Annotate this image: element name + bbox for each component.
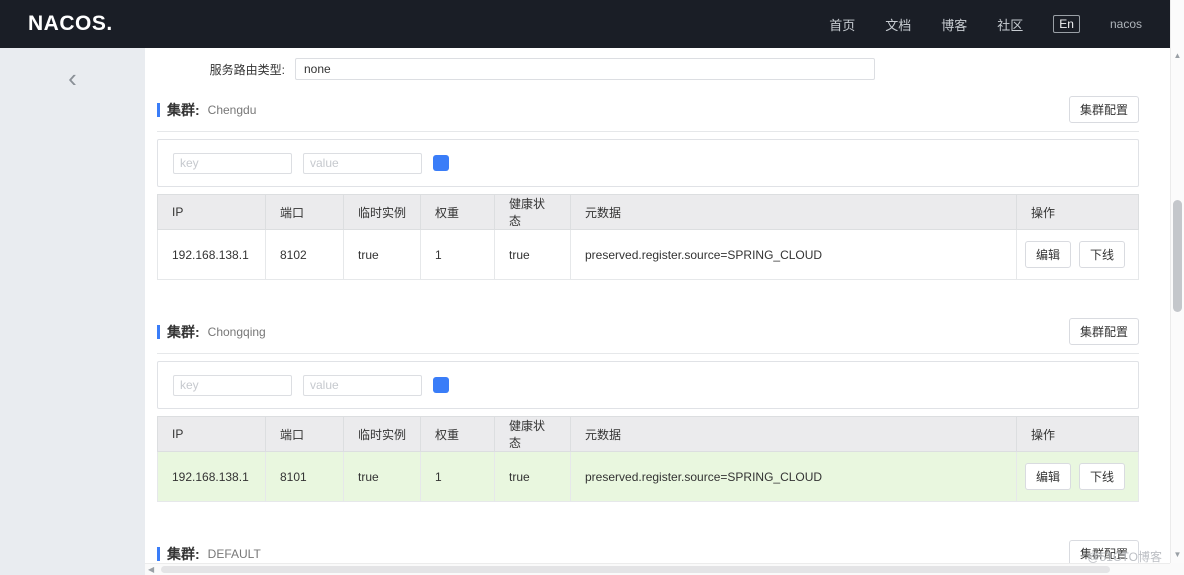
filter-key-input[interactable] — [173, 374, 292, 396]
horizontal-scrollbar-thumb[interactable] — [161, 566, 1110, 573]
col-weight: 权重 — [420, 416, 495, 452]
nacos-logo[interactable]: NACOS. — [28, 12, 113, 36]
cell-healthy: true — [494, 451, 571, 502]
cluster-header: 集群: Chongqing 集群配置 — [157, 318, 1139, 354]
cell-actions: 编辑 下线 — [1016, 451, 1139, 502]
cluster-title: 集群: Chongqing — [157, 322, 266, 342]
instance-table: IP 端口 临时实例 权重 健康状态 元数据 操作 192.168.138.1 … — [157, 194, 1139, 280]
col-ip: IP — [157, 194, 266, 230]
cell-metadata: preserved.register.source=SPRING_CLOUD — [570, 451, 1017, 502]
cell-port: 8101 — [265, 451, 344, 502]
col-ephemeral: 临时实例 — [343, 194, 421, 230]
route-type-input[interactable] — [295, 58, 875, 80]
edit-button[interactable]: 编辑 — [1025, 241, 1072, 268]
col-ip: IP — [157, 416, 266, 452]
cell-ip: 192.168.138.1 — [157, 451, 266, 502]
cluster-name: Chengdu — [207, 102, 257, 117]
instance-table: IP 端口 临时实例 权重 健康状态 元数据 操作 192.168.138.1 … — [157, 416, 1139, 502]
screen: NACOS. 首页 文档 博客 社区 En nacos ‹ 服务路由类型: 集群… — [0, 0, 1184, 575]
col-port: 端口 — [265, 194, 344, 230]
horizontal-scrollbar[interactable]: ◀ — [145, 563, 1170, 575]
col-ephemeral: 临时实例 — [343, 416, 421, 452]
nav-blog[interactable]: 博客 — [941, 15, 967, 34]
offline-button[interactable]: 下线 — [1079, 463, 1126, 490]
cluster-header: 集群: DEFAULT 集群配置 — [157, 540, 1139, 563]
cluster-label: 集群: — [167, 545, 200, 562]
route-type-row: 服务路由类型: — [157, 58, 1139, 80]
cluster-accent-bar — [157, 546, 160, 561]
scroll-left-arrow-icon[interactable]: ◀ — [148, 566, 154, 574]
scroll-down-arrow-icon[interactable]: ▼ — [1171, 551, 1184, 559]
table-row: 192.168.138.1 8102 true 1 true preserved… — [157, 229, 1139, 280]
vertical-scrollbar[interactable]: ▲ ▼ — [1170, 0, 1184, 575]
top-navigation: 首页 文档 博客 社区 En nacos — [829, 15, 1142, 34]
cluster-name: Chongqing — [207, 324, 266, 339]
route-type-label: 服务路由类型: — [209, 62, 285, 77]
cell-port: 8102 — [265, 229, 344, 280]
sidebar-collapse-button[interactable]: ‹ — [60, 65, 86, 92]
table-header-row: IP 端口 临时实例 权重 健康状态 元数据 操作 — [157, 194, 1139, 230]
cluster-config-button[interactable]: 集群配置 — [1068, 96, 1139, 123]
edit-button[interactable]: 编辑 — [1025, 463, 1072, 490]
cluster-label: 集群: — [167, 101, 200, 118]
cell-healthy: true — [494, 229, 571, 280]
col-healthy: 健康状态 — [494, 194, 571, 230]
cluster-title: 集群: Chengdu — [157, 100, 256, 120]
cluster-config-button[interactable]: 集群配置 — [1068, 318, 1139, 345]
filter-value-input[interactable] — [303, 152, 422, 174]
nav-docs[interactable]: 文档 — [885, 15, 911, 34]
table-header-row: IP 端口 临时实例 权重 健康状态 元数据 操作 — [157, 416, 1139, 452]
cell-ip: 192.168.138.1 — [157, 229, 266, 280]
cluster-header: 集群: Chengdu 集群配置 — [157, 96, 1139, 132]
filter-key-input[interactable] — [173, 152, 292, 174]
cluster-section-chengdu: 集群: Chengdu 集群配置 IP 端口 — [157, 96, 1139, 280]
cluster-section-default: 集群: DEFAULT 集群配置 — [157, 540, 1139, 563]
metadata-filter-box — [157, 361, 1139, 409]
cluster-name: DEFAULT — [207, 546, 261, 561]
col-actions: 操作 — [1016, 194, 1139, 230]
cell-weight: 1 — [420, 229, 495, 280]
scroll-up-arrow-icon[interactable]: ▲ — [1171, 52, 1184, 60]
metadata-filter-box — [157, 139, 1139, 187]
watermark: @51CTO博客 — [1087, 550, 1162, 564]
topbar: NACOS. 首页 文档 博客 社区 En nacos — [0, 0, 1170, 48]
col-actions: 操作 — [1016, 416, 1139, 452]
main-content: 服务路由类型: 集群: Chengdu 集群配置 — [145, 48, 1170, 563]
col-healthy: 健康状态 — [494, 416, 571, 452]
cell-actions: 编辑 下线 — [1016, 229, 1139, 280]
cluster-title: 集群: DEFAULT — [157, 544, 261, 564]
sidebar: ‹ — [0, 48, 145, 575]
nav-home[interactable]: 首页 — [829, 15, 855, 34]
col-metadata: 元数据 — [570, 416, 1017, 452]
table-row: 192.168.138.1 8101 true 1 true preserved… — [157, 451, 1139, 502]
cluster-accent-bar — [157, 324, 160, 339]
filter-search-button[interactable] — [433, 377, 449, 393]
col-weight: 权重 — [420, 194, 495, 230]
vertical-scrollbar-thumb[interactable] — [1173, 200, 1182, 312]
offline-button[interactable]: 下线 — [1079, 241, 1126, 268]
cluster-accent-bar — [157, 102, 160, 117]
col-metadata: 元数据 — [570, 194, 1017, 230]
language-toggle[interactable]: En — [1053, 15, 1080, 33]
cluster-section-chongqing: 集群: Chongqing 集群配置 IP 端口 — [157, 318, 1139, 502]
filter-value-input[interactable] — [303, 374, 422, 396]
col-port: 端口 — [265, 416, 344, 452]
cell-weight: 1 — [420, 451, 495, 502]
cell-ephemeral: true — [343, 451, 421, 502]
cell-metadata: preserved.register.source=SPRING_CLOUD — [570, 229, 1017, 280]
nav-community[interactable]: 社区 — [997, 15, 1023, 34]
scrollbar-corner — [1170, 563, 1184, 575]
filter-search-button[interactable] — [433, 155, 449, 171]
username-menu[interactable]: nacos — [1110, 17, 1142, 31]
cell-ephemeral: true — [343, 229, 421, 280]
cluster-label: 集群: — [167, 323, 200, 340]
